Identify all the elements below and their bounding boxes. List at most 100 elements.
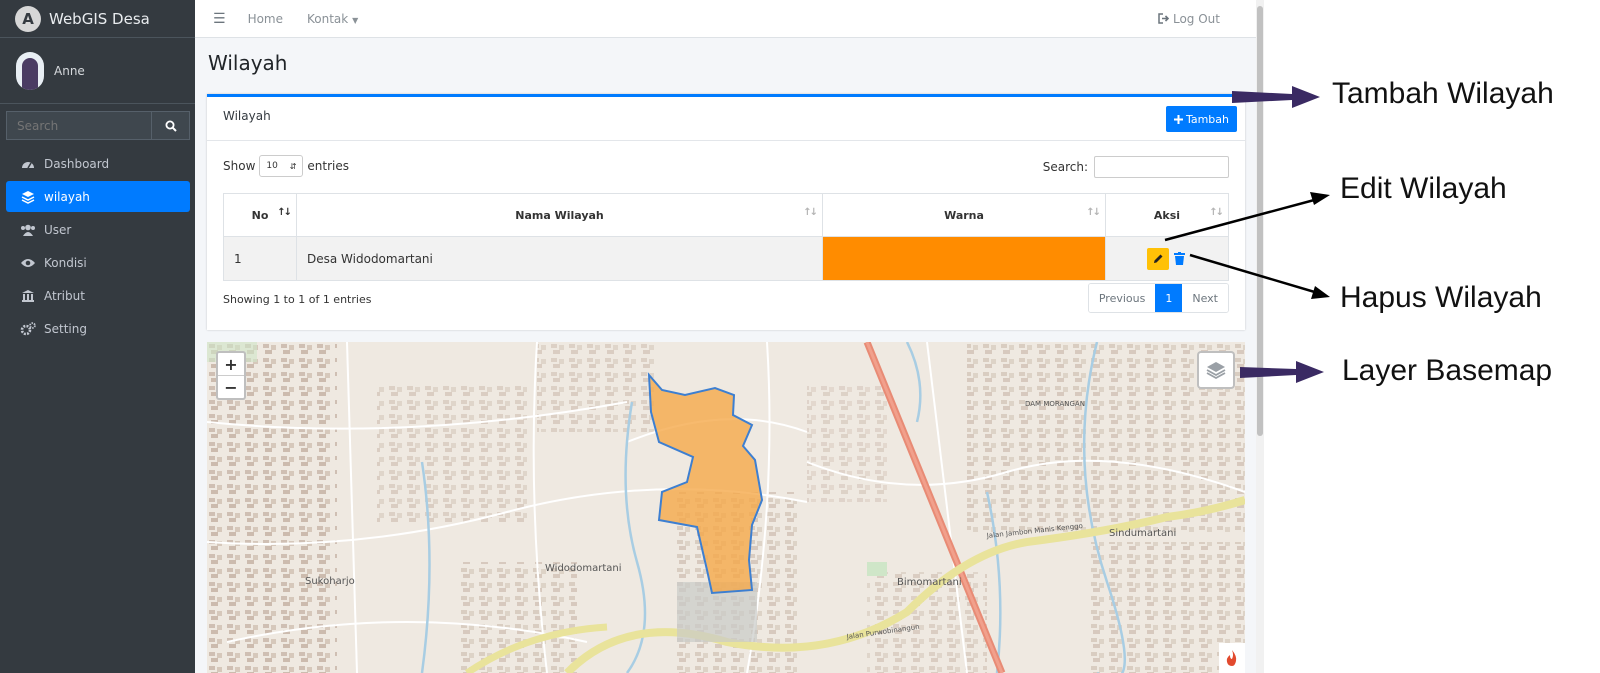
sort-icon: ↑↓: [1086, 207, 1101, 218]
zoom-out-button[interactable]: −: [218, 376, 244, 398]
sidebar-item-label: Kondisi: [44, 255, 87, 270]
dashboard-icon: [20, 158, 36, 170]
logout-icon: [1158, 13, 1170, 24]
fire-widget[interactable]: [1219, 643, 1245, 673]
sidebar-item-label: Setting: [44, 321, 87, 336]
plus-icon: [1173, 114, 1183, 124]
sort-icon: ↑↓: [1209, 207, 1224, 218]
cell-nama: Desa Widodomartani: [296, 236, 823, 281]
edit-button[interactable]: [1147, 247, 1170, 270]
layers-icon: [1206, 362, 1226, 380]
layer-basemap-button[interactable]: [1197, 351, 1235, 389]
sidebar-item-atribut[interactable]: Atribut: [6, 280, 190, 311]
sort-asc-icon: ↑↓: [277, 207, 292, 218]
table-header-row: No ↑↓ Nama Wilayah ↑↓ Warna ↑↓ Aksi ↑↓: [223, 193, 1229, 237]
sidebar-item-dashboard[interactable]: Dashboard: [6, 148, 190, 179]
nav-kontak-label: Kontak: [307, 11, 349, 26]
sidebar-item-label: User: [44, 222, 72, 237]
sidebar-search: [6, 111, 190, 140]
map-label-sukoharjo: Sukoharjo: [305, 576, 355, 587]
map-label-bimomartani: Bimomartani: [897, 577, 962, 588]
search-label: Search:: [1042, 160, 1088, 174]
entries-length: Show 10 ⇵ entries: [223, 155, 349, 177]
fire-icon: [1226, 650, 1237, 666]
sidebar-search-input[interactable]: [6, 111, 152, 140]
search-icon: [165, 120, 177, 132]
table-info: Showing 1 to 1 of 1 entries: [223, 293, 372, 306]
card-title: Wilayah: [223, 109, 271, 123]
sidebar-item-label: wilayah: [44, 189, 90, 204]
sidebar-item-kondisi[interactable]: Kondisi: [6, 247, 190, 278]
scrollbar-thumb[interactable]: [1257, 6, 1263, 436]
map-label-widodomartani: Widodomartani: [545, 563, 622, 574]
basemap: Widodomartani Bimomartani Sukoharjo Sind…: [207, 342, 1245, 673]
cell-no: 1: [223, 236, 297, 281]
map-view[interactable]: Widodomartani Bimomartani Sukoharjo Sind…: [207, 342, 1245, 673]
column-label: Aksi: [1153, 208, 1181, 222]
user-name: Anne: [54, 63, 85, 78]
pagination-previous[interactable]: Previous: [1088, 284, 1156, 312]
column-label: Warna: [944, 208, 984, 222]
users-icon: [20, 224, 36, 236]
sidebar-item-setting[interactable]: Setting: [6, 313, 190, 344]
wilayah-table: No ↑↓ Nama Wilayah ↑↓ Warna ↑↓ Aksi ↑↓ 1 Des…: [223, 193, 1229, 281]
map-label-sindumartani: Sindumartani: [1109, 528, 1176, 539]
column-header-warna[interactable]: Warna ↑↓: [822, 193, 1106, 237]
trash-icon: [1174, 252, 1186, 265]
column-header-aksi[interactable]: Aksi ↑↓: [1105, 193, 1229, 237]
entries-value: 10: [266, 161, 278, 171]
brand-name: WebGIS Desa: [49, 9, 150, 28]
tambah-label: Tambah: [1185, 112, 1229, 126]
column-label: Nama Wilayah: [515, 208, 604, 222]
cogs-icon: [20, 321, 36, 336]
building-icon: [20, 289, 36, 302]
table-row: 1 Desa Widodomartani: [223, 236, 1229, 281]
avatar: [16, 51, 44, 90]
nav-kontak[interactable]: Kontak ▼: [307, 12, 358, 26]
tambah-button[interactable]: Tambah: [1165, 106, 1237, 132]
caret-down-icon: ▼: [352, 15, 359, 25]
column-header-no[interactable]: No ↑↓: [223, 193, 297, 237]
sidebar-item-wilayah[interactable]: wilayah: [6, 181, 190, 212]
logout-link[interactable]: Log Out: [1158, 12, 1220, 26]
column-label: No: [251, 208, 269, 222]
menu-toggle-icon[interactable]: ☰: [213, 11, 226, 27]
arrow-edit-head: [1310, 192, 1330, 205]
table-search-input[interactable]: [1094, 156, 1229, 178]
pagination-next[interactable]: Next: [1182, 284, 1228, 312]
zoom-in-button[interactable]: +: [218, 353, 244, 376]
user-panel[interactable]: Anne: [0, 38, 195, 104]
table-search: Search:: [1043, 156, 1229, 178]
entries-select[interactable]: 10 ⇵: [259, 155, 304, 177]
select-arrows-icon: ⇵: [289, 161, 297, 171]
layers-icon: [20, 190, 36, 204]
cell-aksi: [1105, 236, 1229, 281]
callout-hapus-wilayah: Hapus Wilayah: [1340, 281, 1542, 314]
callout-layer-basemap: Layer Basemap: [1342, 354, 1553, 387]
arrow-hapus-head: [1311, 286, 1330, 299]
page-title: Wilayah: [208, 51, 288, 75]
sidebar-item-user[interactable]: User: [6, 214, 190, 245]
pagination-page-1[interactable]: 1: [1155, 284, 1183, 312]
sidebar-nav: Dashboard wilayah User Kondisi Atribut S…: [6, 148, 190, 346]
map-label-dam: DAM MORANGAN: [1025, 400, 1085, 408]
top-navbar: ☰ Home Kontak ▼ Log Out: [195, 0, 1264, 38]
sidebar-search-button[interactable]: [152, 111, 190, 140]
entries-label: entries: [307, 159, 349, 173]
eye-icon: [20, 258, 36, 268]
card-divider: [207, 140, 1245, 141]
sort-icon: ↑↓: [803, 207, 818, 218]
nav-home[interactable]: Home: [248, 12, 283, 26]
show-label: Show: [223, 159, 256, 173]
wilayah-card: Wilayah Tambah Show 10 ⇵ entries Search:…: [207, 94, 1245, 330]
logout-label: Log Out: [1172, 11, 1220, 26]
brand[interactable]: A WebGIS Desa: [0, 0, 195, 38]
pencil-icon: [1153, 254, 1163, 263]
callout-tambah-wilayah: Tambah Wilayah: [1332, 77, 1554, 110]
sidebar: A WebGIS Desa Anne Dashboard wilayah: [0, 0, 195, 673]
sidebar-item-label: Dashboard: [44, 156, 110, 171]
zoom-control: + −: [216, 351, 246, 400]
column-header-nama[interactable]: Nama Wilayah ↑↓: [296, 193, 823, 237]
brand-logo-icon: A: [15, 5, 41, 32]
delete-button[interactable]: [1173, 248, 1187, 270]
